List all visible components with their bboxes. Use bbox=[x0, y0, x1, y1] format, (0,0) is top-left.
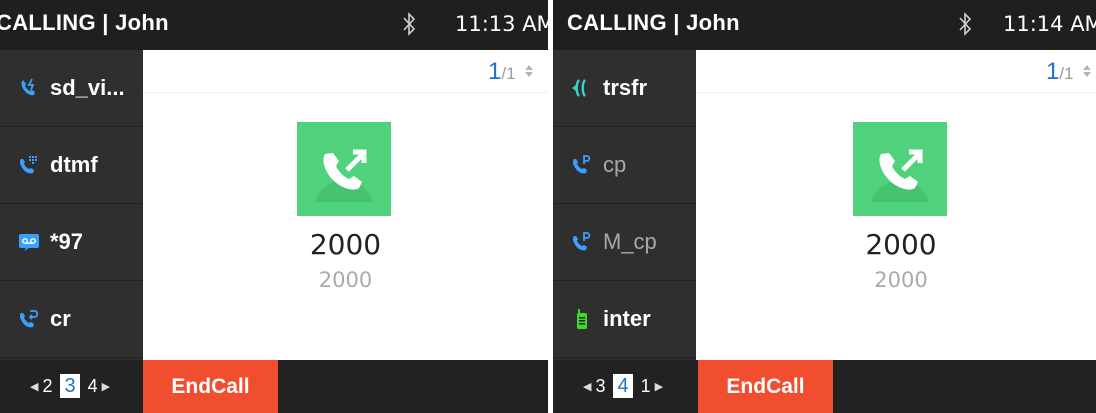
contact-name: 2000 bbox=[309, 228, 382, 261]
bluetooth-icon bbox=[959, 12, 972, 36]
contact-number: 2000 bbox=[874, 268, 928, 292]
line-key-call-park[interactable]: cp bbox=[553, 127, 696, 204]
line-key-label: dtmf bbox=[50, 152, 98, 177]
bluetooth-icon bbox=[403, 12, 416, 36]
call-page-indicator[interactable]: 1/1 bbox=[488, 58, 534, 86]
line-key-pager[interactable]: ◀ 3 4 1 ▶ bbox=[583, 374, 663, 398]
line-key-label: cr bbox=[50, 306, 71, 331]
line-key-intercom[interactable]: inter bbox=[553, 281, 696, 358]
page-right-arrow-icon[interactable]: ▶ bbox=[102, 380, 110, 393]
clock-time: 11:13 AM bbox=[455, 12, 548, 36]
status-bar: CALLING | John 11:14 AM bbox=[553, 0, 1096, 50]
call-status-title: CALLING | John bbox=[567, 10, 740, 35]
contact-name: 2000 bbox=[865, 228, 937, 261]
line-key-pager[interactable]: ◀ 2 3 4 ▶ bbox=[30, 374, 110, 398]
line-key-sidebar: sd_vi... dtmf *97 cr bbox=[0, 50, 143, 360]
line-key-transfer[interactable]: trsfr bbox=[553, 50, 696, 127]
right-phone-screen: CALLING | John 11:14 AM trsfr cp M_cp in… bbox=[553, 0, 1096, 413]
call-details-area: 1/1 2000 2000 bbox=[696, 50, 1096, 360]
line-key-label: sd_vi... bbox=[50, 75, 125, 100]
dtmf-keypad-call-icon bbox=[19, 156, 37, 174]
prev-page[interactable]: 3 bbox=[595, 376, 605, 397]
outgoing-call-icon bbox=[853, 122, 947, 216]
next-page[interactable]: 4 bbox=[88, 376, 98, 397]
page-right-arrow-icon[interactable]: ▶ bbox=[655, 380, 663, 393]
intercom-icon bbox=[577, 309, 587, 329]
total-calls: /1 bbox=[1059, 64, 1074, 83]
left-phone-screen: CALLING | John 11:13 AM sd_vi... dtmf *9… bbox=[0, 0, 548, 413]
line-key-label: trsfr bbox=[603, 75, 648, 100]
line-key-dtmf[interactable]: dtmf bbox=[0, 127, 143, 204]
divider bbox=[696, 92, 1096, 93]
call-page-indicator[interactable]: 1/1 bbox=[1046, 58, 1092, 86]
speed-dial-call-icon bbox=[21, 78, 35, 96]
voicemail-icon bbox=[19, 234, 39, 251]
current-call-index: 1 bbox=[488, 58, 502, 85]
line-key-sidebar: trsfr cp M_cp inter bbox=[553, 50, 696, 360]
total-calls: /1 bbox=[501, 64, 516, 83]
softkey-bar: ◀ 2 3 4 ▶ EndCall bbox=[0, 360, 548, 413]
end-call-button[interactable]: EndCall bbox=[698, 360, 833, 413]
contact-number: 2000 bbox=[318, 268, 373, 292]
end-call-button[interactable]: EndCall bbox=[143, 360, 278, 413]
line-key-call-return[interactable]: cr bbox=[0, 281, 143, 358]
line-key-label: cp bbox=[603, 152, 627, 177]
line-key-label: inter bbox=[603, 306, 651, 331]
line-key-label: *97 bbox=[50, 229, 84, 254]
page-left-arrow-icon[interactable]: ◀ bbox=[583, 380, 591, 393]
current-call-index: 1 bbox=[1046, 58, 1060, 85]
current-page: 4 bbox=[613, 374, 633, 398]
line-key-label: M_cp bbox=[603, 229, 657, 254]
line-key-voicemail[interactable]: *97 bbox=[0, 204, 143, 281]
monitored-call-park-icon bbox=[572, 232, 591, 251]
up-down-arrows-icon bbox=[525, 65, 533, 77]
divider bbox=[143, 92, 548, 93]
clock-time: 11:14 AM bbox=[1003, 12, 1096, 36]
line-key-monitored-call-park[interactable]: M_cp bbox=[553, 204, 696, 281]
transfer-icon bbox=[572, 79, 586, 97]
status-bar: CALLING | John 11:13 AM bbox=[0, 0, 548, 50]
call-return-icon bbox=[19, 310, 39, 328]
call-park-icon bbox=[572, 155, 591, 174]
softkey-bar: ◀ 3 4 1 ▶ EndCall bbox=[553, 360, 1096, 413]
outgoing-call-icon bbox=[297, 122, 391, 216]
page-left-arrow-icon[interactable]: ◀ bbox=[30, 380, 38, 393]
prev-page[interactable]: 2 bbox=[42, 376, 52, 397]
call-status-title: CALLING | John bbox=[0, 10, 169, 35]
next-page[interactable]: 1 bbox=[641, 376, 651, 397]
line-key-speed-dial[interactable]: sd_vi... bbox=[0, 50, 143, 127]
call-details-area: 1/1 2000 2000 bbox=[143, 50, 548, 360]
current-page: 3 bbox=[60, 374, 80, 398]
up-down-arrows-icon bbox=[1083, 65, 1091, 77]
